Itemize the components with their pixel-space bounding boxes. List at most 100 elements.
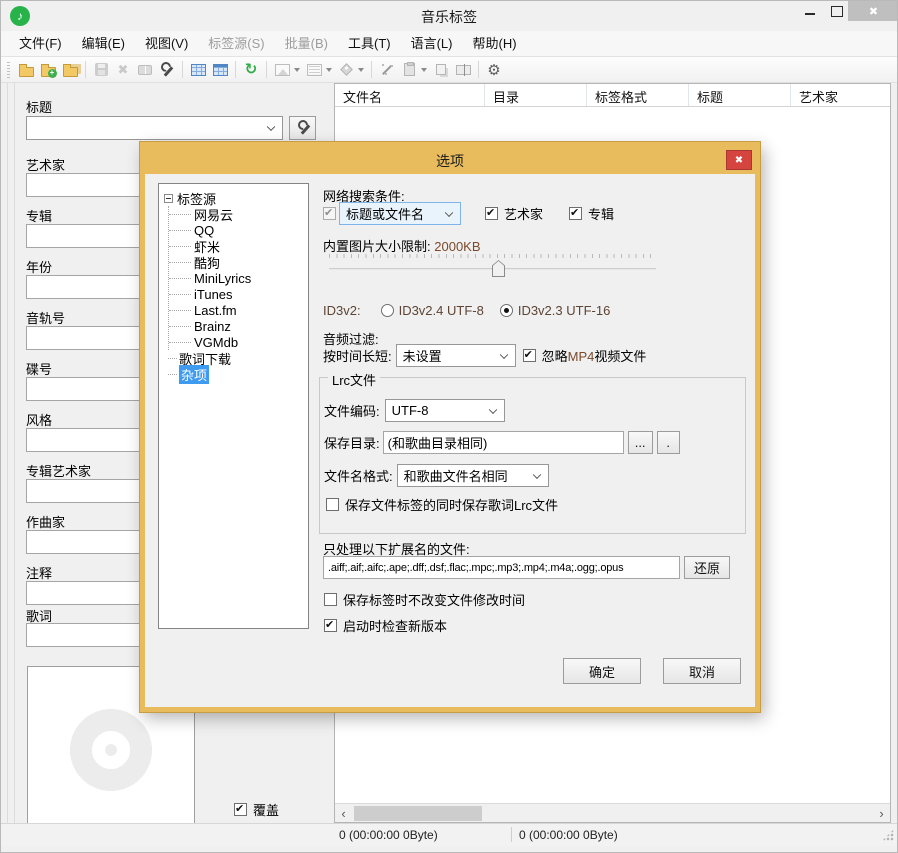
settings-button[interactable]: ⚙ [483, 59, 505, 81]
grid-view-button[interactable] [187, 59, 209, 81]
tree-item-itunes[interactable]: iTunes [169, 286, 308, 302]
tree-item-minilyrics[interactable]: MiniLyrics [169, 270, 308, 286]
refresh-icon: ↻ [245, 63, 258, 77]
column-header-tagformat[interactable]: 标签格式 [587, 84, 689, 106]
cancel-button[interactable]: 取消 [663, 658, 741, 684]
title-combobox[interactable] [26, 116, 283, 140]
paste-button[interactable] [398, 59, 420, 81]
tree-item-xiami[interactable]: 虾米 [169, 238, 308, 254]
search-artist-checkbox[interactable] [485, 207, 498, 220]
save-button[interactable] [90, 59, 112, 81]
delete-button[interactable]: ✖ [112, 59, 134, 81]
id3v24-radio[interactable] [381, 304, 394, 317]
library-button[interactable] [134, 59, 156, 81]
grid-alt-icon [213, 64, 228, 76]
copy-button[interactable] [430, 59, 452, 81]
toolbar-separator [478, 61, 479, 78]
id3v23-radio[interactable] [500, 304, 513, 317]
tree-item-brainz[interactable]: Brainz [169, 318, 308, 334]
ok-button[interactable]: 确定 [563, 658, 641, 684]
keep-mtime-checkbox[interactable] [324, 593, 337, 606]
column-header-title[interactable]: 标题 [689, 84, 791, 106]
field-label-genre: 风格 [26, 410, 52, 426]
current-dir-button[interactable]: . [657, 431, 680, 454]
ignore-mp4-checkbox[interactable] [523, 349, 536, 362]
slider-ticks [329, 254, 656, 258]
lrc-name-format-combobox[interactable]: 和歌曲文件名相同 [397, 464, 549, 487]
scroll-right-icon[interactable]: › [873, 805, 890, 822]
column-header-filename[interactable]: 文件名 [335, 84, 485, 106]
duration-label: 按时间长短: [323, 346, 392, 365]
chevron-down-icon [499, 350, 507, 358]
lrc-name-format-label: 文件名格式: [324, 466, 393, 485]
lrc-encoding-label: 文件编码: [324, 401, 380, 420]
search-album-checkbox[interactable] [569, 207, 582, 220]
tree-item-qq[interactable]: QQ [169, 222, 308, 238]
close-button[interactable]: ✖ [848, 1, 898, 21]
menu-item-file[interactable]: 文件(F) [9, 31, 72, 57]
menu-item-edit[interactable]: 编辑(E) [72, 31, 135, 57]
tree-item-misc[interactable]: 杂项 [164, 366, 308, 382]
table-header: 文件名 目录 标签格式 标题 艺术家 [335, 84, 890, 107]
chevron-down-icon [488, 405, 496, 413]
resize-grip[interactable] [882, 829, 894, 841]
tree-item-tagsource[interactable]: 标签源 [164, 190, 308, 206]
wrench-icon [159, 62, 175, 78]
horizontal-scrollbar[interactable]: ‹ › [335, 803, 890, 822]
swap-button[interactable] [452, 59, 474, 81]
scrollbar-thumb[interactable] [354, 806, 482, 821]
tools-button[interactable] [156, 59, 178, 81]
cover-overwrite-checkbox[interactable] [234, 803, 247, 816]
menu-item-view[interactable]: 视图(V) [135, 31, 198, 57]
id3v23-label: ID3v2.3 UTF-16 [518, 303, 610, 318]
tree-item-kugou[interactable]: 酷狗 [169, 254, 308, 270]
extensions-input[interactable] [323, 556, 680, 579]
title-tools-button[interactable] [289, 116, 316, 140]
browse-button[interactable]: ... [628, 431, 653, 454]
dropdown-arrow-icon[interactable] [358, 68, 364, 72]
dialog-close-button[interactable]: ✖ [726, 150, 752, 170]
restore-button[interactable]: 还原 [684, 556, 730, 579]
refresh-button[interactable]: ↻ [240, 59, 262, 81]
lrc-dir-input[interactable] [383, 431, 624, 454]
column-header-artist[interactable]: 艺术家 [791, 84, 890, 106]
save-lrc-with-tag-checkbox[interactable] [326, 498, 339, 511]
duration-combobox[interactable]: 未设置 [396, 344, 516, 367]
image-limit-slider[interactable] [329, 254, 656, 278]
open-folders-button[interactable] [59, 59, 81, 81]
cover-menu-button[interactable] [271, 59, 293, 81]
tree-item-lastfm[interactable]: Last.fm [169, 302, 308, 318]
maximize-button[interactable] [825, 1, 849, 21]
tag-menu-button[interactable] [335, 59, 357, 81]
menu-item-language[interactable]: 语言(L) [401, 31, 463, 57]
minimize-button[interactable] [798, 1, 822, 21]
gear-icon: ⚙ [487, 61, 500, 79]
collapse-icon[interactable] [164, 194, 173, 203]
dropdown-arrow-icon[interactable] [294, 68, 300, 72]
menu-item-help[interactable]: 帮助(H) [462, 31, 526, 57]
search-field-checkbox[interactable] [323, 207, 336, 220]
search-field-combobox[interactable]: 标题或文件名 [339, 202, 461, 225]
menu-item-tools[interactable]: 工具(T) [338, 31, 401, 57]
id3-label: ID3v2: [323, 303, 361, 318]
grid-icon [191, 64, 206, 76]
check-update-checkbox[interactable] [324, 619, 337, 632]
column-header-directory[interactable]: 目录 [485, 84, 587, 106]
dropdown-arrow-icon[interactable] [421, 68, 427, 72]
toolbar-grip [7, 62, 10, 78]
open-folder-button[interactable] [15, 59, 37, 81]
slider-thumb[interactable] [492, 260, 505, 277]
tree-children: 网易云 QQ 虾米 酷狗 MiniLyrics iTunes Last.fm B… [168, 206, 308, 350]
field-label-year: 年份 [26, 257, 52, 273]
add-folder-button[interactable]: + [37, 59, 59, 81]
ignore-mp4-label: 忽略MP4视频文件 [542, 346, 647, 365]
grid-view-alt-button[interactable] [209, 59, 231, 81]
scroll-left-icon[interactable]: ‹ [335, 805, 352, 822]
panel-splitter[interactable] [7, 83, 15, 824]
text-convert-button[interactable] [303, 59, 325, 81]
lrc-encoding-combobox[interactable]: UTF-8 [385, 399, 505, 422]
tree-item-netease[interactable]: 网易云 [169, 206, 308, 222]
dropdown-arrow-icon[interactable] [326, 68, 332, 72]
auto-tag-button[interactable] [376, 59, 398, 81]
window-title: 音乐标签 [1, 7, 897, 27]
